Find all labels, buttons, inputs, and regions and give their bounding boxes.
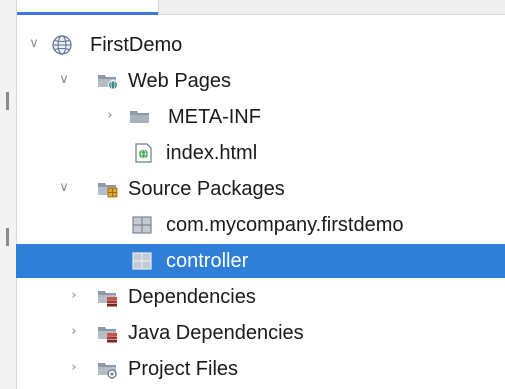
chevron-right-icon[interactable]: › bbox=[102, 108, 118, 124]
package-icon bbox=[130, 214, 154, 236]
tree-item-label: com.mycompany.firstdemo bbox=[166, 214, 404, 236]
chevron-down-icon[interactable]: ∨ bbox=[56, 180, 72, 196]
project-files-folder-icon bbox=[96, 358, 120, 380]
web-pages-folder-icon bbox=[96, 70, 120, 92]
tree-item-label: Project Files bbox=[128, 358, 239, 380]
tree-item-source-packages[interactable]: ∨ Source Packages bbox=[16, 172, 505, 206]
tree-item-meta-inf[interactable]: › META-INF bbox=[16, 100, 505, 134]
tree-item-firstdemo[interactable]: ∨ FirstDemo bbox=[16, 28, 505, 62]
tree-item-label: controller bbox=[166, 250, 249, 272]
tree-item-project-files[interactable]: › Project Files bbox=[16, 352, 505, 386]
tree-item-package-controller[interactable]: controller bbox=[16, 244, 505, 278]
tree-item-web-pages[interactable]: ∨ Web Pages bbox=[16, 64, 505, 98]
chevron-down-icon[interactable]: ∨ bbox=[26, 36, 42, 52]
tree-item-label: Source Packages bbox=[128, 178, 285, 200]
tree-item-label: index.html bbox=[166, 142, 258, 164]
html-file-icon bbox=[132, 142, 156, 164]
chevron-down-icon[interactable]: ∨ bbox=[56, 72, 72, 88]
tree-item-label: META-INF bbox=[168, 106, 261, 128]
tree-item-java-dependencies[interactable]: › Java Dependencies bbox=[16, 316, 505, 350]
tree-item-index-html[interactable]: index.html bbox=[16, 136, 505, 170]
gutter-marker bbox=[6, 92, 9, 110]
editor-tab-strip bbox=[0, 0, 505, 15]
gutter-marker bbox=[6, 228, 9, 246]
tree-item-label: Web Pages bbox=[128, 70, 232, 92]
chevron-right-icon[interactable]: › bbox=[66, 360, 82, 376]
source-packages-folder-icon bbox=[96, 178, 120, 200]
tree-item-label: FirstDemo bbox=[90, 34, 183, 56]
chevron-right-icon[interactable]: › bbox=[66, 288, 82, 304]
tree-item-label: Java Dependencies bbox=[128, 322, 304, 344]
package-icon bbox=[130, 250, 154, 272]
active-tab-indicator bbox=[0, 12, 158, 15]
java-dependencies-folder-icon bbox=[96, 322, 120, 344]
chevron-right-icon[interactable]: › bbox=[66, 324, 82, 340]
tree-item-package-firstdemo[interactable]: com.mycompany.firstdemo bbox=[16, 208, 505, 242]
folder-icon bbox=[128, 106, 152, 128]
left-gutter bbox=[0, 0, 17, 389]
tree-item-label: Dependencies bbox=[128, 286, 256, 308]
dependencies-folder-icon bbox=[96, 286, 120, 308]
tree-item-dependencies[interactable]: › Dependencies bbox=[16, 280, 505, 314]
globe-project-icon bbox=[50, 34, 74, 56]
